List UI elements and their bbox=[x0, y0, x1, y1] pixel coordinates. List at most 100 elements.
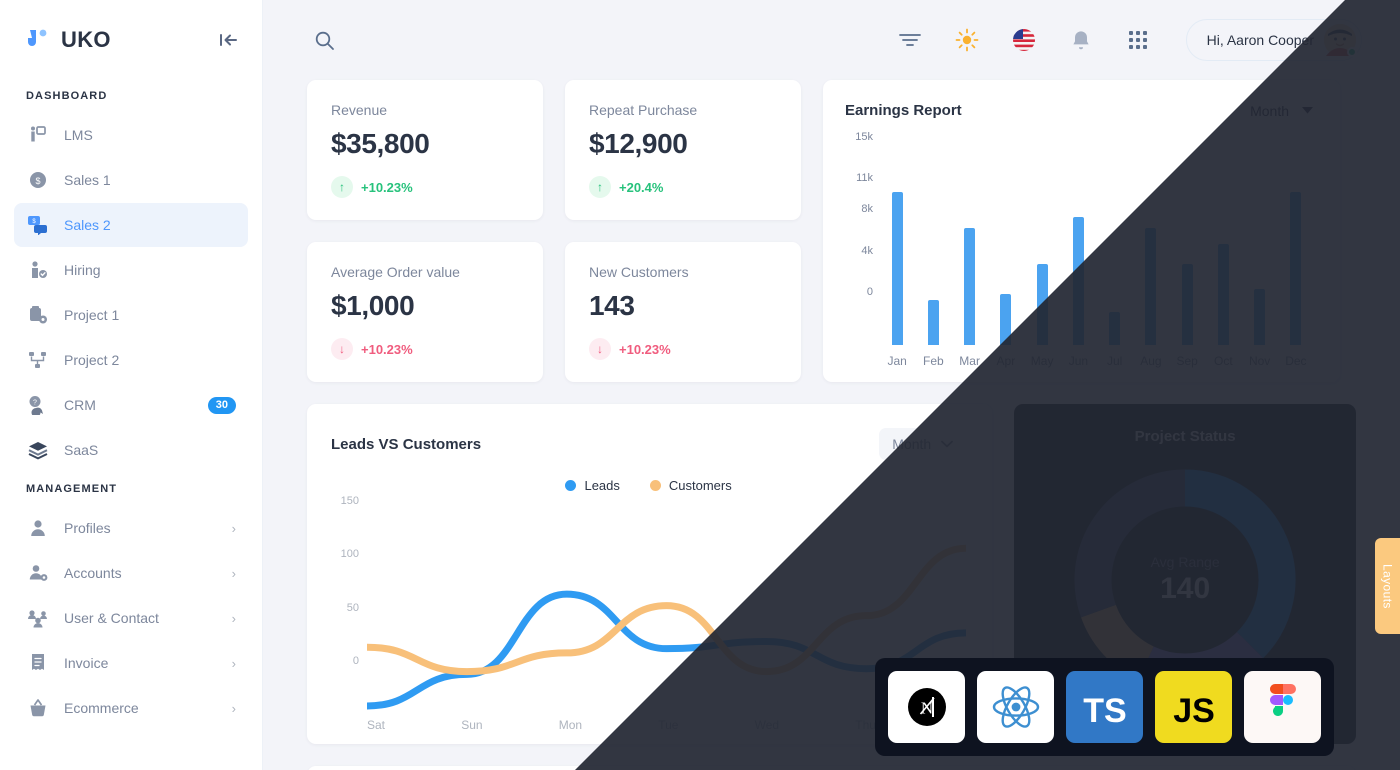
sidebar-item-label: Project 1 bbox=[64, 307, 120, 323]
earnings-bar[interactable] bbox=[1072, 216, 1084, 345]
earnings-x-tick: Nov bbox=[1248, 354, 1271, 368]
layouts-tab-button[interactable]: Layouts bbox=[1375, 538, 1400, 634]
stat-label: Average Order value bbox=[331, 264, 460, 280]
legend-color-dot bbox=[565, 480, 577, 491]
sidebar-item-label: Ecommerce bbox=[64, 700, 139, 716]
search-icon[interactable] bbox=[307, 23, 341, 57]
earnings-bar-column[interactable]: May bbox=[1024, 137, 1060, 368]
sidebar-item-sales-2[interactable]: $ Sales 2 bbox=[14, 203, 248, 247]
earnings-bar[interactable] bbox=[1290, 192, 1302, 345]
javascript-logo-icon[interactable]: JS bbox=[1155, 671, 1232, 743]
leads-x-tick: Thu bbox=[855, 718, 876, 732]
react-logo-icon[interactable] bbox=[977, 671, 1054, 743]
leads-x-tick: Tue bbox=[658, 718, 679, 732]
sidebar-item-invoice[interactable]: Invoice › bbox=[14, 641, 248, 685]
earnings-bar-column[interactable]: Jul bbox=[1097, 137, 1133, 368]
sidebar-item-label: Sales 1 bbox=[64, 172, 111, 188]
earnings-period-label: Month bbox=[1250, 102, 1289, 119]
stat-card: Revenue $35,800 ↑ +10.23% bbox=[307, 80, 543, 220]
earnings-bar[interactable] bbox=[1036, 264, 1048, 345]
leads-y-tick: 100 bbox=[340, 548, 359, 561]
earnings-y-tick: 0 bbox=[866, 286, 873, 298]
svg-text:?: ? bbox=[33, 400, 37, 407]
sidebar-item-ecommerce[interactable]: Ecommerce › bbox=[14, 686, 248, 730]
typescript-logo-icon[interactable]: TS bbox=[1066, 671, 1143, 743]
earnings-x-tick: Sep bbox=[1176, 354, 1198, 368]
user-menu-button[interactable]: Hi, Aaron Cooper bbox=[1185, 19, 1362, 61]
leads-period-dropdown[interactable]: Month bbox=[879, 428, 967, 460]
sidebar-item-sales-1[interactable]: $ Sales 1 bbox=[14, 158, 248, 202]
chevron-right-icon[interactable]: › bbox=[232, 702, 236, 715]
svg-text:TS: TS bbox=[1083, 692, 1126, 730]
sun-theme-icon[interactable] bbox=[950, 23, 984, 57]
earnings-bar-column[interactable]: Sep bbox=[1169, 137, 1205, 368]
chevron-right-icon[interactable]: › bbox=[232, 612, 236, 625]
avatar[interactable] bbox=[1324, 24, 1357, 57]
arrow-up-icon: ↑ bbox=[331, 176, 353, 198]
filter-lines-icon[interactable] bbox=[893, 23, 927, 57]
earnings-bar[interactable] bbox=[964, 228, 976, 345]
leads-x-tick: Sun bbox=[461, 718, 483, 732]
sidebar-item-crm[interactable]: ? CRM 30 bbox=[14, 383, 248, 427]
stat-delta-value: +10.23% bbox=[361, 341, 413, 357]
earnings-bar-column[interactable]: Dec bbox=[1278, 137, 1314, 368]
earnings-bar-column[interactable]: Jan bbox=[879, 137, 915, 368]
sidebar-item-project-1[interactable]: Project 1 bbox=[14, 293, 248, 337]
collapse-sidebar-icon[interactable] bbox=[216, 27, 242, 53]
sidebar-item-project-2[interactable]: Project 2 bbox=[14, 338, 248, 382]
leads-y-tick: 150 bbox=[340, 495, 359, 507]
apps-grid-icon[interactable] bbox=[1121, 23, 1155, 57]
earnings-x-tick: Aug bbox=[1140, 354, 1162, 368]
stat-delta: ↓ +10.23% bbox=[331, 338, 519, 360]
earnings-bar[interactable] bbox=[1217, 243, 1229, 345]
earnings-bar[interactable] bbox=[891, 192, 903, 345]
earnings-x-tick: Feb bbox=[923, 354, 944, 368]
leads-y-tick: 50 bbox=[346, 601, 359, 614]
earnings-bar[interactable] bbox=[1000, 294, 1012, 345]
sidebar-section-title: MANAGEMENT bbox=[26, 483, 118, 495]
earnings-bar[interactable] bbox=[927, 299, 939, 345]
chevron-right-icon[interactable]: › bbox=[232, 522, 236, 535]
earnings-bar-column[interactable]: Feb bbox=[915, 137, 951, 368]
earnings-chart: 0 4k 8k 11k 15k Jan Feb Mar Apr May Jun Jul … bbox=[845, 131, 1314, 368]
earnings-bar-column[interactable]: Jun bbox=[1060, 137, 1096, 368]
sidebar-item-accounts[interactable]: Accounts › bbox=[14, 551, 248, 595]
sidebar-item-profiles[interactable]: Profiles › bbox=[14, 506, 248, 550]
earnings-bar-column[interactable]: Mar bbox=[952, 137, 988, 368]
stat-delta-value: +10.23% bbox=[361, 179, 413, 195]
earnings-bar[interactable] bbox=[1145, 228, 1157, 345]
chevron-right-icon[interactable]: › bbox=[232, 567, 236, 580]
us-flag-icon[interactable] bbox=[1007, 23, 1041, 57]
earnings-bar-column[interactable]: Oct bbox=[1205, 137, 1241, 368]
earnings-bar[interactable] bbox=[1109, 311, 1121, 345]
leads-x-tick: Mon bbox=[558, 718, 583, 732]
invoice-icon bbox=[26, 651, 50, 675]
sidebar-item-label: Accounts bbox=[64, 565, 122, 581]
legend-item[interactable]: Customers bbox=[649, 478, 732, 493]
sidebar-item-hiring[interactable]: Hiring bbox=[14, 248, 248, 292]
bell-notification-icon[interactable] bbox=[1064, 23, 1098, 57]
figma-logo-icon[interactable] bbox=[1244, 671, 1321, 743]
earnings-x-tick: Mar bbox=[959, 354, 980, 368]
stat-label: Revenue bbox=[331, 102, 388, 118]
topbar: Hi, Aaron Cooper bbox=[263, 0, 1400, 80]
earnings-period-dropdown[interactable]: Month bbox=[1250, 103, 1314, 119]
earnings-bar-column[interactable]: Nov bbox=[1242, 137, 1278, 368]
legend-item[interactable]: Leads bbox=[565, 478, 620, 493]
stat-label: New Customers bbox=[589, 264, 689, 280]
earnings-bar-column[interactable]: Apr bbox=[988, 137, 1024, 368]
chevron-right-icon[interactable]: › bbox=[232, 657, 236, 670]
earnings-bar[interactable] bbox=[1181, 264, 1193, 345]
earnings-bar-column[interactable]: Aug bbox=[1133, 137, 1169, 368]
sidebar-item-user-contact[interactable]: User & Contact › bbox=[14, 596, 248, 640]
leads-y-axis: 0 50 100 150 bbox=[331, 495, 367, 716]
dollar-coin-icon: $ bbox=[26, 168, 50, 192]
sidebar-item-label: CRM bbox=[64, 397, 96, 413]
earnings-bar[interactable] bbox=[1254, 289, 1266, 345]
nextjs-logo-icon[interactable]: N bbox=[888, 671, 965, 743]
leads-title: Leads VS Customers bbox=[331, 435, 482, 453]
sidebar-item-lms[interactable]: LMS bbox=[14, 113, 248, 157]
sidebar-item-saas[interactable]: SaaS bbox=[14, 428, 248, 472]
earnings-x-tick: May bbox=[1030, 354, 1054, 368]
leads-chart: 0 50 100 150 bbox=[331, 495, 966, 716]
